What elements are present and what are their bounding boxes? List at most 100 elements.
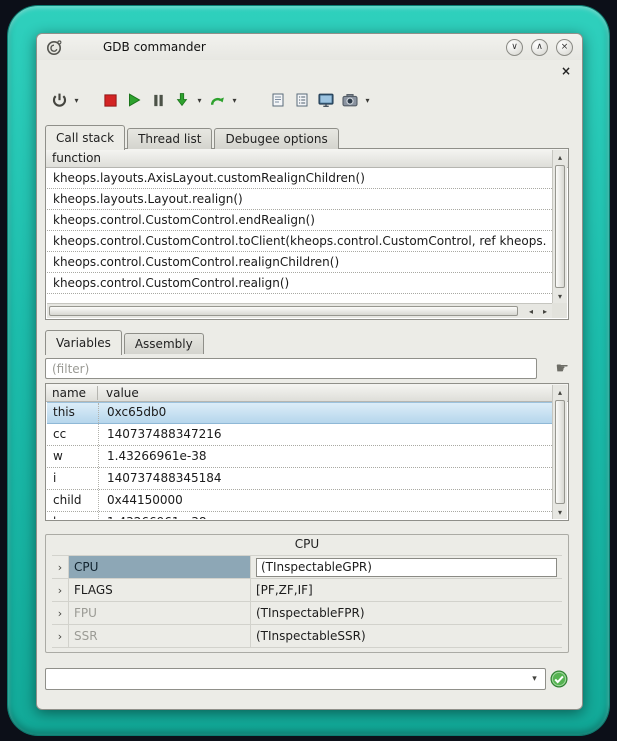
variables-header: name value [46,384,568,402]
tab-assembly[interactable]: Assembly [124,333,204,354]
variable-value: 1.43266961e-38 [99,512,552,519]
variable-name: b [47,512,99,519]
tab-call-stack[interactable]: Call stack [45,125,125,150]
scroll-up-icon[interactable]: ▴ [553,150,567,164]
register-value-editor[interactable]: (TInspectableGPR) [256,558,557,577]
top-tabbar: Call stack Thread list Debugee options [45,124,341,149]
call-stack-row[interactable]: kheops.layouts.Layout.realign() [47,189,552,210]
call-stack-row[interactable]: kheops.control.CustomControl.realignChil… [47,252,552,273]
scrollbar-corner [552,303,567,318]
call-stack-row[interactable]: kheops.control.CustomControl.endRealign(… [47,210,552,231]
pause-button[interactable] [146,87,170,113]
maximize-button[interactable]: ∧ [531,39,548,56]
register-group-name[interactable]: CPU [69,556,251,578]
play-icon [126,92,142,108]
vertical-scrollbar[interactable]: ▴ ▾ [552,150,567,303]
tab-variables[interactable]: Variables [45,330,122,355]
cpu-group-title: CPU [46,537,568,551]
pause-icon [151,93,166,108]
variable-row[interactable]: cc 140737488347216 [47,424,552,446]
cpu-row[interactable]: › CPU (TInspectableGPR) [52,556,562,579]
scroll-left-icon[interactable]: ◂ [524,304,538,318]
tab-thread-list[interactable]: Thread list [127,128,212,149]
filter-row: ☛ [45,358,569,379]
call-stack-header-function: function [46,151,101,165]
command-input[interactable] [47,670,525,688]
variable-row[interactable]: i 140737488345184 [47,468,552,490]
call-stack-rows: kheops.layouts.AxisLayout.customRealignC… [47,168,552,303]
cpu-row[interactable]: › FLAGS [PF,ZF,IF] [52,579,562,602]
step-over-button[interactable] [205,87,229,113]
call-stack-table: function kheops.layouts.AxisLayout.custo… [45,148,569,320]
stop-button[interactable] [98,87,122,113]
variable-value: 1.43266961e-38 [99,446,552,467]
step-into-button[interactable] [170,87,194,113]
cpu-row[interactable]: › FPU (TInspectableFPR) [52,602,562,625]
check-icon [550,670,568,688]
scrollbar-thumb[interactable] [49,306,518,316]
cpu-register-tree: › CPU (TInspectableGPR) › FLAGS [PF,ZF,I… [52,555,562,648]
tab-debugee-options[interactable]: Debugee options [214,128,338,149]
confirm-button[interactable] [550,670,568,688]
variable-value: 140737488345184 [99,468,552,489]
middle-tabbar: Variables Assembly [45,329,206,354]
run-button[interactable] [122,87,146,113]
green-down-arrow-icon [174,92,190,108]
scroll-down-icon[interactable]: ▾ [553,289,567,303]
variable-row[interactable]: this 0xc65db0 [47,402,552,424]
titlebar[interactable]: GDB commander ∨ ∧ × [37,34,582,60]
scrollbar-thumb[interactable] [555,165,565,288]
power-button[interactable] [47,87,71,113]
variable-row[interactable]: child 0x44150000 [47,490,552,512]
register-group-value: [PF,ZF,IF] [251,579,562,601]
variable-name: w [47,446,99,467]
list-icon [294,92,310,108]
hand-icon[interactable]: ☛ [556,359,569,377]
call-stack-row[interactable]: kheops.control.CustomControl.realign() [47,273,552,294]
call-stack-row[interactable]: kheops.layouts.AxisLayout.customRealignC… [47,168,552,189]
register-group-name[interactable]: FLAGS [69,579,251,601]
command-combobox[interactable]: ▾ [45,668,546,690]
camera-dropdown-icon[interactable]: ▾ [362,87,373,113]
variable-value: 140737488347216 [99,424,552,445]
combobox-dropdown-icon[interactable]: ▾ [527,669,542,689]
variable-name: cc [47,424,99,445]
variables-header-value: value [98,386,139,400]
window-controls: ∨ ∧ × [506,39,573,56]
cpu-row[interactable]: › SSR (TInspectableSSR) [52,625,562,648]
register-group-name[interactable]: SSR [69,625,251,647]
variable-name: this [47,403,99,423]
power-dropdown-icon[interactable]: ▾ [71,87,82,113]
filter-input[interactable] [45,358,537,379]
variable-row[interactable]: b 1.43266961e-38 [47,512,552,519]
expander-icon[interactable]: › [52,556,69,578]
cpu-groupbox: CPU › CPU (TInspectableGPR) › FLAGS [PF,… [45,534,569,653]
list-button[interactable] [290,87,314,113]
close-button[interactable]: × [556,39,573,56]
scroll-right-icon[interactable]: ▸ [538,304,552,318]
panel-close-icon[interactable]: × [561,65,571,77]
step-over-dropdown-icon[interactable]: ▾ [229,87,240,113]
scroll-up-icon[interactable]: ▴ [553,385,567,399]
monitor-button[interactable] [314,87,338,113]
variable-row[interactable]: w 1.43266961e-38 [47,446,552,468]
variable-name: child [47,490,99,511]
step-into-dropdown-icon[interactable]: ▾ [194,87,205,113]
expander-icon[interactable]: › [52,579,69,601]
horizontal-scrollbar[interactable]: ◂ ▸ [47,303,552,318]
document-button[interactable] [266,87,290,113]
expander-icon[interactable]: › [52,602,69,624]
minimize-button[interactable]: ∨ [506,39,523,56]
document-icon [270,92,286,108]
vertical-scrollbar[interactable]: ▴ ▾ [552,385,567,519]
register-group-value: (TInspectableSSR) [251,625,562,647]
variable-name: i [47,468,99,489]
scrollbar-thumb[interactable] [555,400,565,504]
variable-value: 0xc65db0 [99,403,552,423]
camera-button[interactable] [338,87,362,113]
register-group-name[interactable]: FPU [69,602,251,624]
call-stack-row[interactable]: kheops.control.CustomControl.toClient(kh… [47,231,552,252]
expander-icon[interactable]: › [52,625,69,647]
monitor-icon [317,91,335,109]
scroll-down-icon[interactable]: ▾ [553,505,567,519]
